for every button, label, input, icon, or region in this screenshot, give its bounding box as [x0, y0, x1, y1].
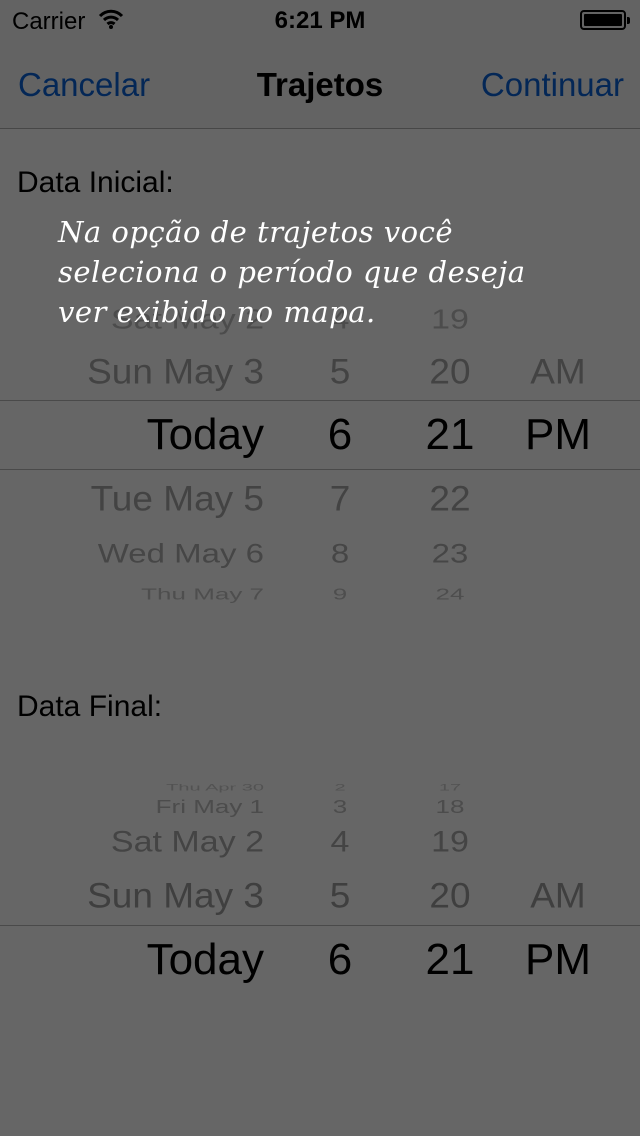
picker-date: Tue May 5 [90, 479, 264, 518]
picker-date: Wed May 6 [97, 537, 264, 569]
end-date-label: Data Final: [17, 690, 163, 723]
picker-minute: 21 [425, 935, 475, 984]
picker-row[interactable]: Wed May 6 8 23 [0, 538, 640, 572]
picker-hour: 7 [329, 479, 351, 518]
picker-date: Today [146, 410, 264, 459]
picker-ampm: AM [530, 352, 586, 391]
picker-date: Fri May 1 [155, 796, 264, 818]
picker-row[interactable]: Fri May 1 3 18 [0, 796, 640, 820]
picker-minute: 24 [435, 584, 465, 604]
hint-line-3: ver exibido no mapa. [58, 295, 376, 329]
picker-date: Today [146, 935, 264, 984]
hint-line-1: Na opção de trajetos você [58, 215, 453, 249]
picker-ampm: PM [525, 410, 591, 459]
picker-hour: 8 [330, 537, 350, 569]
picker-ampm: PM [525, 935, 591, 984]
picker-hour: 3 [332, 796, 348, 818]
picker-hour: 9 [332, 584, 348, 604]
status-bar: Carrier 6:21 PM [0, 0, 640, 40]
picker-minute: 23 [431, 537, 469, 569]
picker-hour: 5 [329, 876, 351, 916]
tutorial-hint: Na opção de trajetos você seleciona o pe… [58, 212, 618, 332]
picker-ampm: AM [530, 876, 586, 916]
picker-date: Thu May 7 [141, 584, 264, 604]
picker-hour: 6 [327, 410, 353, 459]
hint-line-2: seleciona o período que deseja [58, 255, 526, 289]
picker-row[interactable]: Thu Apr 30 2 17 [0, 783, 640, 796]
picker-minute: 22 [429, 479, 471, 518]
picker-hour: 5 [329, 352, 351, 391]
picker-date: Sun May 3 [87, 876, 264, 916]
picker-row[interactable]: Sun May 3 5 20 AM [0, 876, 640, 919]
picker-date: Sun May 3 [87, 352, 264, 391]
start-date-label: Data Inicial: [17, 166, 174, 199]
picker-row[interactable]: Today 6 21 PM [0, 410, 640, 462]
picker-minute: 17 [438, 782, 462, 793]
picker-row[interactable]: Sun May 3 5 20 AM [0, 352, 640, 394]
clock: 6:21 PM [274, 7, 366, 34]
picker-row[interactable]: Sat May 2 4 19 [0, 826, 640, 862]
picker-minute: 18 [435, 796, 465, 818]
end-date-picker[interactable]: Thu Apr 30 2 17 Fri May 1 3 18 Sat May 2 4 19 Sun… [0, 745, 640, 1025]
battery-icon [580, 10, 630, 30]
picker-date: Thu Apr 30 [166, 782, 264, 793]
picker-hour: 2 [334, 782, 346, 793]
picker-row[interactable]: Thu May 7 9 24 [0, 584, 640, 605]
picker-minute: 19 [431, 825, 469, 859]
picker-minute: 20 [429, 876, 471, 916]
picker-date: Sat May 2 [110, 825, 264, 859]
picker-row[interactable]: Tue May 5 7 22 [0, 479, 640, 521]
picker-minute: 20 [429, 352, 471, 391]
picker-hour: 6 [327, 935, 353, 984]
picker-hour: 4 [330, 825, 350, 859]
navigation-bar: Cancelar Trajetos Continuar [0, 40, 640, 129]
picker-row[interactable]: Today 6 21 PM [0, 935, 640, 987]
continue-button[interactable]: Continuar [481, 66, 624, 104]
picker-minute: 21 [425, 410, 475, 459]
